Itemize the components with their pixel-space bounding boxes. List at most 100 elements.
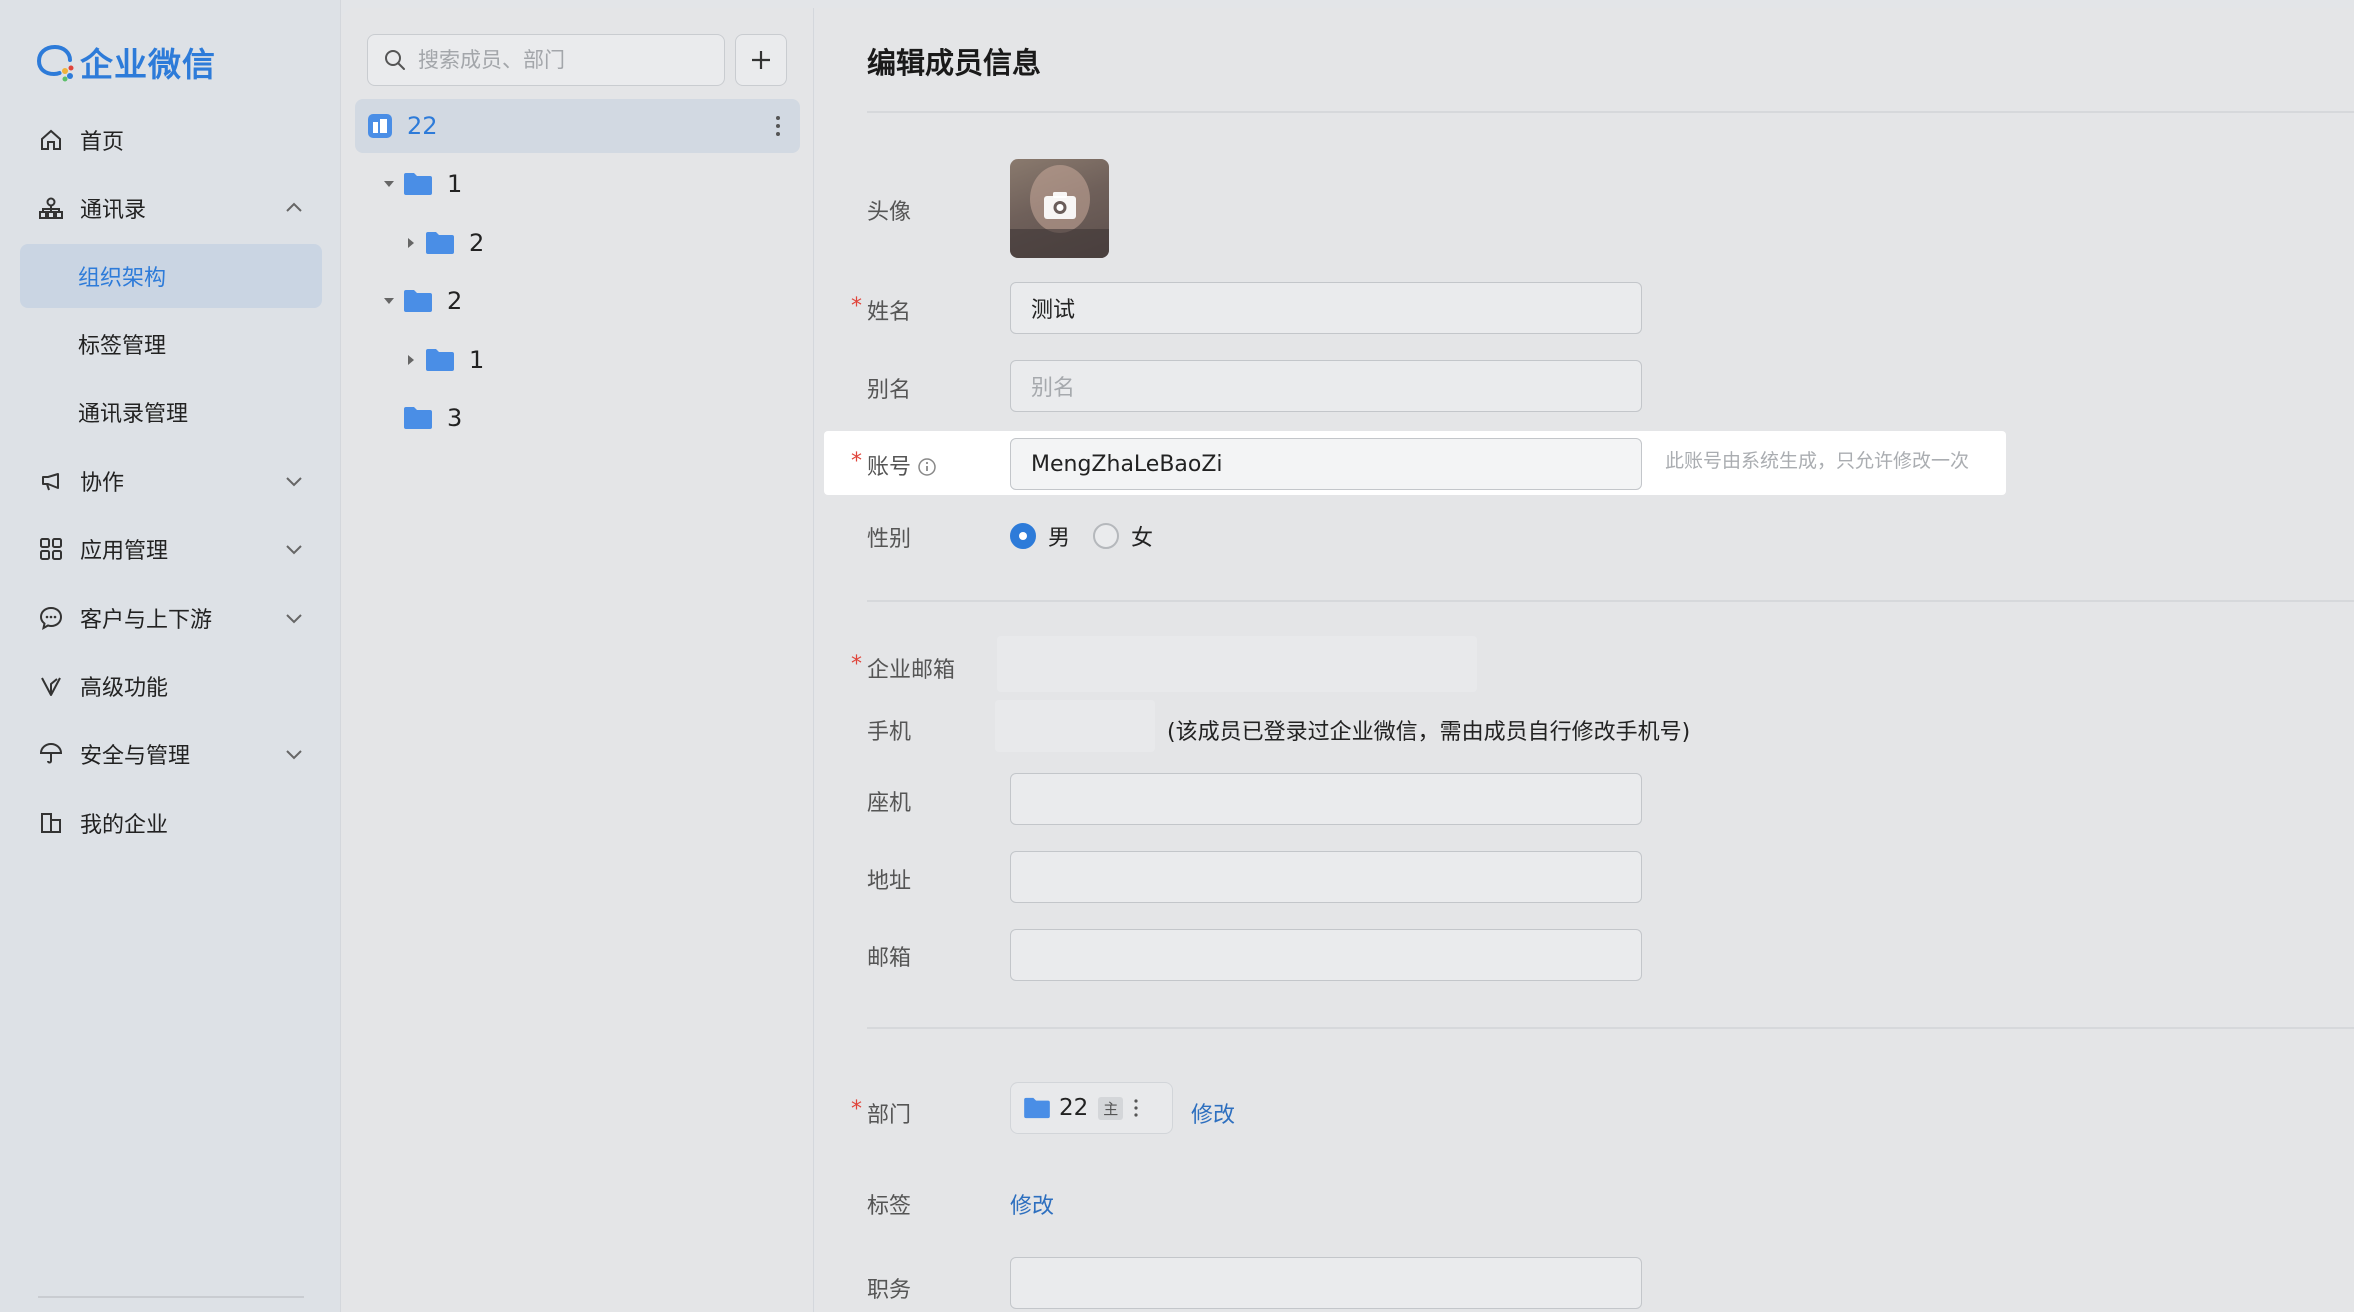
building-icon — [41, 813, 61, 833]
chevron-down-icon[interactable] — [284, 539, 304, 559]
wecom-logo-icon — [36, 45, 74, 82]
caret-right-icon[interactable] — [403, 352, 419, 368]
sidebar: 企业微信 首页 通讯录 组织架构 标签管理 通讯录管理 协作 应用管理 客户与上… — [0, 0, 341, 1312]
department-edit-link[interactable]: 修改 — [1191, 1097, 1235, 1129]
account-label: * 账号 — [851, 449, 937, 481]
info-icon[interactable] — [917, 457, 937, 477]
caret-right-icon[interactable] — [403, 235, 419, 251]
logo[interactable]: 企业微信 — [34, 38, 216, 86]
nav-contacts-management[interactable]: 通讯录管理 — [20, 380, 322, 444]
required-mark: * — [851, 1097, 862, 1122]
nav-org-structure[interactable]: 组织架构 — [20, 244, 322, 308]
search-input[interactable] — [418, 48, 708, 72]
account-input[interactable]: MengZhaLeBaoZi — [1010, 438, 1642, 490]
avatar-label: 头像 — [867, 200, 912, 225]
nav-contacts-management-label: 通讯录管理 — [78, 402, 189, 427]
gender-label: 性别 — [867, 527, 912, 552]
nav-tag-management[interactable]: 标签管理 — [20, 312, 322, 376]
gender-male-label: 男 — [1048, 526, 1071, 551]
address-label: 地址 — [867, 869, 912, 894]
avatar[interactable] — [1010, 159, 1109, 258]
nav-tag-management-label: 标签管理 — [78, 334, 167, 359]
search-box[interactable] — [367, 34, 725, 86]
apps-grid-icon — [40, 538, 62, 560]
folder-icon — [426, 232, 454, 254]
nav-security[interactable]: 安全与管理 — [20, 722, 322, 786]
nav-contacts[interactable]: 通讯录 — [20, 176, 322, 240]
search-icon — [385, 50, 405, 70]
camera-icon — [1010, 165, 1109, 258]
chat-bubble-icon — [39, 606, 63, 630]
enterprise-email-masked[interactable] — [997, 636, 1477, 692]
mailbox-input[interactable] — [1010, 929, 1642, 981]
phone-label: 手机 — [867, 720, 912, 745]
position-input[interactable] — [1010, 1257, 1642, 1309]
more-vertical-icon[interactable] — [774, 113, 782, 139]
account-hint: 此账号由系统生成，只允许修改一次 — [1665, 450, 1970, 472]
chevron-down-icon[interactable] — [284, 744, 304, 764]
sidebar-divider — [38, 1296, 304, 1298]
tree-root-company[interactable]: 22 — [355, 99, 800, 153]
department-label: * 部门 — [851, 1097, 912, 1128]
folder-icon — [1024, 1097, 1050, 1119]
tree-node-label: 2 — [469, 229, 485, 257]
tag-edit-link[interactable]: 修改 — [1010, 1188, 1054, 1220]
enterprise-email-label: * 企业邮箱 — [851, 652, 956, 683]
tree-node[interactable]: 1 — [403, 335, 484, 385]
edit-member-panel: 编辑成员信息 头像 * 姓名 测试 别名 别名 * 账号 MengZhaLeBaoZ… — [815, 8, 2354, 1312]
caret-down-icon[interactable] — [381, 293, 397, 309]
tree-node[interactable]: 2 — [381, 276, 462, 326]
nav-app-management-label: 应用管理 — [80, 539, 169, 564]
nav-customers-label: 客户与上下游 — [80, 608, 213, 633]
position-label: 职务 — [867, 1278, 912, 1303]
main-department-badge: 主 — [1098, 1096, 1124, 1120]
chevron-down-icon[interactable] — [284, 471, 304, 491]
folder-icon — [404, 290, 432, 312]
name-input[interactable]: 测试 — [1010, 282, 1642, 334]
collaboration-icon — [42, 473, 59, 491]
tree-node[interactable]: 2 — [403, 218, 484, 268]
divider — [867, 111, 2354, 113]
tree-node[interactable]: 3 — [403, 393, 462, 443]
alias-input[interactable]: 别名 — [1010, 360, 1642, 412]
divider — [867, 600, 2354, 602]
nav-advanced[interactable]: 高级功能 — [20, 654, 322, 718]
address-input[interactable] — [1010, 851, 1642, 903]
department-chip[interactable]: 22 主 — [1010, 1082, 1173, 1134]
required-mark: * — [851, 449, 862, 474]
radio-male[interactable] — [1010, 523, 1036, 549]
tree-node-label: 2 — [447, 287, 463, 315]
tree-node-label: 1 — [469, 346, 485, 374]
landline-input[interactable] — [1010, 773, 1642, 825]
tree-node-label: 3 — [447, 404, 463, 432]
diamond-icon — [41, 677, 61, 696]
add-button[interactable] — [735, 34, 787, 86]
folder-icon — [426, 349, 454, 371]
tree-root-label: 22 — [407, 112, 438, 140]
umbrella-icon — [39, 742, 63, 764]
phone-masked — [995, 700, 1155, 752]
nav-contacts-label: 通讯录 — [80, 198, 147, 223]
nav-home[interactable]: 首页 — [20, 108, 322, 172]
chevron-down-icon[interactable] — [284, 608, 304, 628]
gender-male-option[interactable]: 男 — [1010, 520, 1070, 552]
name-label: * 姓名 — [851, 294, 912, 325]
nav-collaboration[interactable]: 协作 — [20, 449, 322, 513]
more-vertical-icon[interactable] — [1133, 1097, 1139, 1119]
caret-down-icon[interactable] — [381, 176, 397, 192]
nav-app-management[interactable]: 应用管理 — [20, 517, 322, 581]
nav-advanced-label: 高级功能 — [80, 676, 169, 701]
plus-icon — [752, 51, 770, 69]
required-mark: * — [851, 652, 862, 677]
org-chart-icon — [39, 197, 63, 219]
department-chip-label: 22 — [1059, 1095, 1089, 1121]
gender-female-option[interactable]: 女 — [1093, 520, 1153, 552]
chevron-up-icon[interactable] — [284, 198, 304, 218]
nav-customers[interactable]: 客户与上下游 — [20, 586, 322, 650]
radio-female[interactable] — [1093, 523, 1119, 549]
tag-label: 标签 — [867, 1194, 912, 1219]
mailbox-label: 邮箱 — [867, 946, 912, 971]
nav-my-company[interactable]: 我的企业 — [20, 791, 322, 855]
tree-node[interactable]: 1 — [381, 159, 462, 209]
company-icon — [368, 114, 392, 138]
